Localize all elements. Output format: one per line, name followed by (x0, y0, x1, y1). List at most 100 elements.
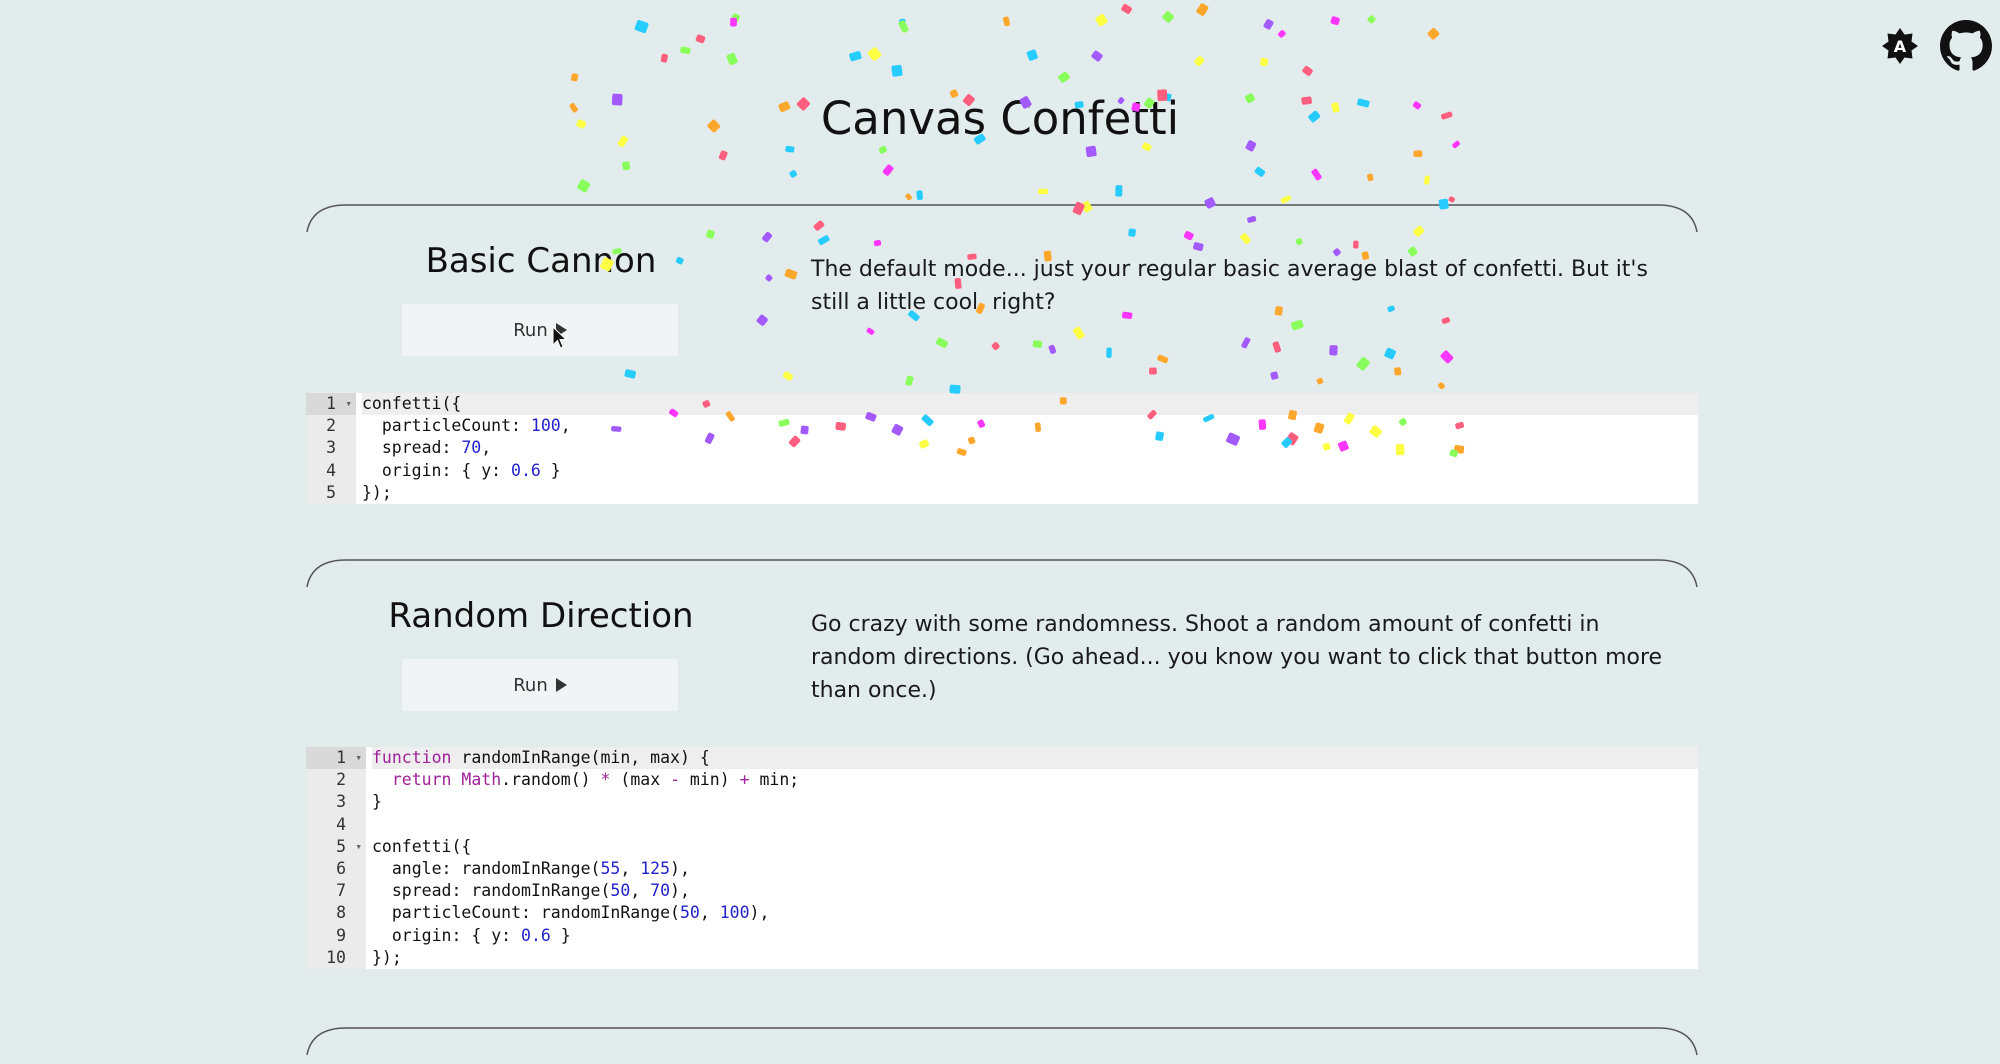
run-button[interactable]: Run (401, 658, 679, 712)
line-number-gutter: 12345678910 (306, 747, 366, 970)
line-number: 3 (326, 438, 336, 458)
section-title: Basic Cannon (425, 241, 657, 281)
confetti-piece (1085, 145, 1097, 158)
confetti-piece (660, 53, 668, 63)
confetti-piece (1263, 19, 1274, 30)
confetti-piece (1278, 30, 1286, 38)
line-number: 4 (326, 460, 336, 480)
line-number: 5 (326, 482, 336, 502)
code-line: function randomInRange(min, max) { (372, 747, 1698, 770)
confetti-piece (1427, 27, 1440, 40)
code-line: } (372, 792, 382, 812)
header-icons: A (1880, 20, 1992, 76)
confetti-piece (1091, 50, 1103, 62)
line-number: 10 (326, 947, 346, 967)
run-button[interactable]: Run (401, 303, 679, 357)
confetti-piece (1311, 168, 1322, 181)
svg-text:A: A (1894, 37, 1907, 56)
line-number: 7 (336, 881, 346, 901)
confetti-piece (891, 64, 903, 77)
theme-toggle-icon[interactable]: A (1880, 26, 1920, 70)
confetti-piece (898, 20, 909, 33)
code-line: origin: { y: 0.6 } (362, 460, 561, 480)
confetti-piece (718, 150, 728, 161)
line-number: 8 (336, 903, 346, 923)
confetti-piece (680, 46, 691, 55)
confetti-piece (1121, 4, 1132, 14)
confetti-piece (1095, 14, 1108, 27)
code-editor[interactable]: 12345confetti({ particleCount: 100, spre… (306, 393, 1698, 505)
confetti-piece (1003, 16, 1010, 27)
code-lines[interactable]: confetti({ particleCount: 100, spread: 7… (356, 393, 1698, 504)
confetti-piece (1196, 3, 1209, 16)
confetti-piece (1037, 188, 1049, 195)
confetti-piece (1367, 173, 1374, 182)
line-number: 1 (306, 393, 356, 415)
run-button-label: Run (513, 674, 548, 696)
code-line: confetti({ (362, 393, 1698, 416)
confetti-piece (899, 18, 906, 26)
line-number: 2 (336, 770, 346, 790)
confetti-piece (1026, 49, 1038, 61)
confetti-piece (1260, 57, 1269, 67)
section-basic-cannon: Basic Cannon Run The default mode... jus… (306, 203, 1698, 505)
play-icon (555, 323, 567, 337)
code-line: particleCount: randomInRange(50, 100), (372, 903, 770, 923)
confetti-piece (1302, 65, 1313, 76)
code-line: origin: { y: 0.6 } (372, 925, 571, 945)
confetti-piece (731, 13, 740, 23)
line-number-gutter: 12345 (306, 393, 356, 505)
section-divider (306, 204, 1698, 233)
code-lines[interactable]: function randomInRange(min, max) { retur… (366, 747, 1698, 969)
code-editor[interactable]: 12345678910function randomInRange(min, m… (306, 747, 1698, 970)
confetti-piece (695, 34, 706, 44)
confetti-piece (785, 145, 795, 153)
section-divider (306, 1027, 1698, 1056)
confetti-piece (1413, 150, 1423, 158)
run-button-label: Run (513, 319, 548, 341)
confetti-piece (1194, 56, 1205, 67)
confetti-piece (726, 52, 738, 66)
confetti-piece (905, 193, 912, 201)
code-line: return Math.random() * (max - min) + min… (391, 770, 800, 790)
code-line: angle: randomInRange(55, 125), (372, 859, 690, 879)
section-random-direction: Random Direction Run Go crazy with some … (306, 558, 1698, 973)
confetti-piece (849, 51, 862, 62)
confetti-piece (571, 73, 579, 82)
page-title: Canvas Confetti (820, 92, 1180, 145)
confetti-piece (1162, 11, 1174, 23)
confetti-piece (789, 170, 797, 178)
confetti-piece (634, 19, 649, 34)
line-number: 5 (306, 836, 366, 858)
section-description: Go crazy with some randomness. Shoot a r… (811, 612, 1663, 703)
confetti-piece (1424, 175, 1430, 185)
code-line: }); (362, 482, 392, 502)
confetti-piece (882, 164, 894, 176)
code-line: }); (372, 947, 402, 967)
section-title: Random Direction (388, 596, 694, 636)
confetti-piece (577, 179, 591, 193)
confetti-piece (878, 145, 887, 154)
confetti-piece (867, 47, 882, 61)
confetti-piece (730, 17, 737, 27)
confetti-piece (916, 190, 923, 200)
section-description: The default mode... just your regular ba… (811, 257, 1648, 315)
confetti-piece (1448, 196, 1455, 203)
confetti-piece (1330, 16, 1340, 26)
line-number: 1 (306, 747, 366, 769)
confetti-piece (1254, 166, 1266, 177)
line-number: 6 (336, 859, 346, 879)
section-divider (306, 559, 1698, 588)
line-number: 9 (336, 925, 346, 945)
code-line: spread: 70, (362, 438, 492, 458)
confetti-piece (1115, 185, 1123, 197)
code-line: spread: randomInRange(50, 70), (372, 881, 690, 901)
confetti-piece (1058, 71, 1070, 83)
line-number: 4 (336, 814, 346, 834)
confetti-piece (622, 161, 631, 171)
section-next (306, 1026, 1698, 1056)
play-icon (555, 678, 567, 692)
confetti-piece (1367, 15, 1376, 24)
github-icon[interactable] (1940, 20, 1992, 76)
